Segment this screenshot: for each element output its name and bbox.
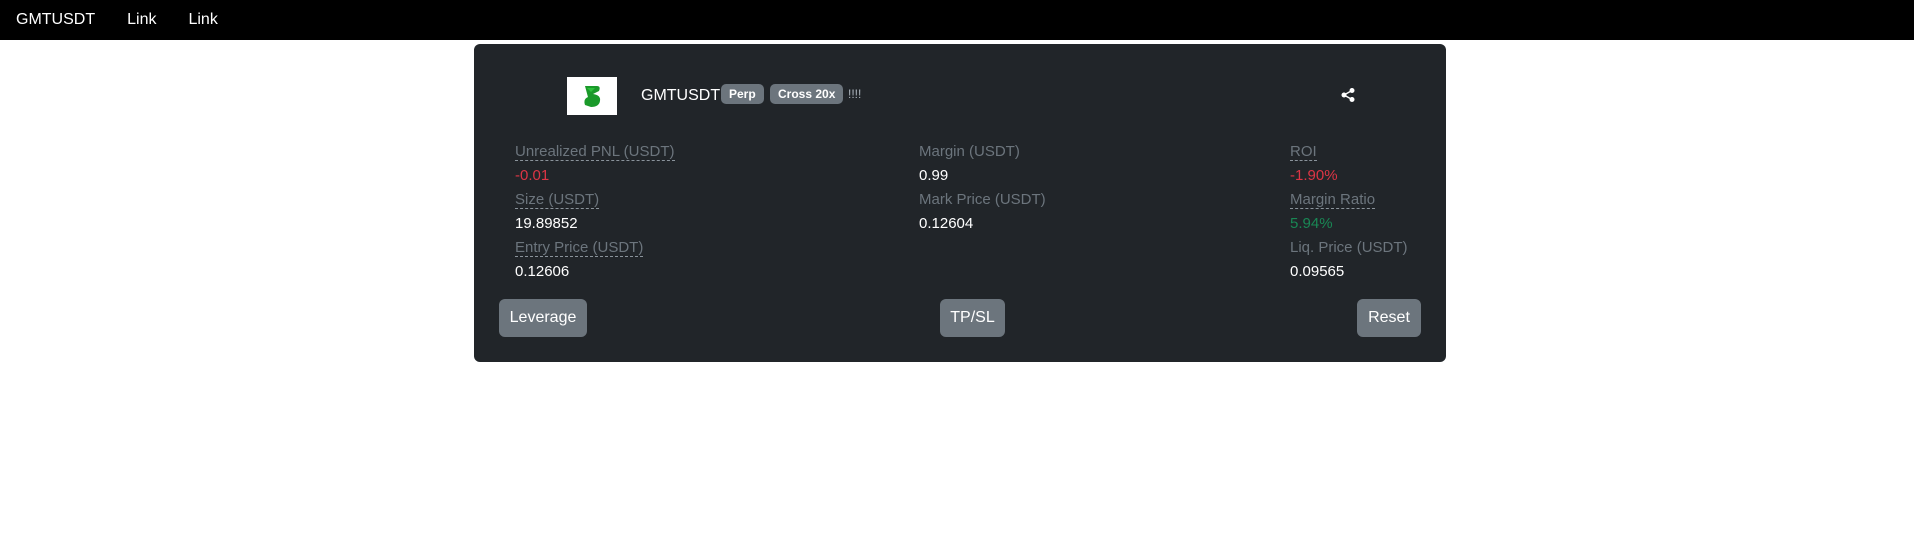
margin-ratio-label[interactable]: Margin Ratio (1290, 191, 1376, 209)
reset-button[interactable]: Reset (1357, 299, 1421, 337)
size-label[interactable]: Size (USDT) (515, 191, 600, 209)
size-value: 19.89852 (515, 215, 578, 232)
entry-price-value: 0.12606 (515, 263, 570, 280)
unrealized-pnl-label[interactable]: Unrealized PNL (USDT) (515, 143, 675, 161)
margin-value: 0.99 (919, 167, 949, 184)
position-card: GMTUSDT Perp Cross 20x !!!! Unrealized P… (474, 44, 1446, 362)
entry-price-label[interactable]: Entry Price (USDT) (515, 239, 644, 257)
roi-value: -1.90% (1290, 167, 1338, 184)
perp-badge: Perp (721, 84, 764, 104)
margin-ratio-value: 5.94% (1290, 215, 1333, 232)
leverage-button[interactable]: Leverage (499, 299, 587, 337)
margin-label: Margin (USDT) (919, 143, 1020, 160)
warning-marks: !!!! (848, 87, 862, 101)
navbar-link-1[interactable]: Link (127, 11, 156, 29)
liq-price-value: 0.09565 (1290, 263, 1345, 280)
navbar-link-2[interactable]: Link (188, 11, 217, 29)
margin-mode-badge: Cross 20x (770, 84, 844, 104)
mark-price-value: 0.12604 (919, 215, 974, 232)
unrealized-pnl-value: -0.01 (515, 167, 550, 184)
share-icon[interactable] (1340, 87, 1356, 103)
top-navbar: GMTUSDT Link Link (0, 0, 1914, 40)
roi-label[interactable]: ROI (1290, 143, 1317, 161)
liq-price-label: Liq. Price (USDT) (1290, 239, 1408, 256)
navbar-brand[interactable]: GMTUSDT (16, 11, 95, 29)
gmt-logo-icon (567, 77, 617, 115)
tpsl-button[interactable]: TP/SL (940, 299, 1005, 337)
position-symbol: GMTUSDT (641, 87, 721, 104)
mark-price-label: Mark Price (USDT) (919, 191, 1046, 208)
